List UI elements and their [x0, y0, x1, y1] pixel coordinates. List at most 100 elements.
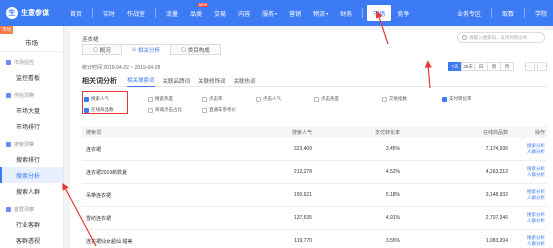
nav-item-9[interactable]: 物流 ▾: [307, 0, 334, 26]
sidebar-group-icon: [6, 60, 11, 65]
crowd-analysis-link[interactable]: 人群分析: [527, 195, 545, 201]
checkbox[interactable]: [84, 96, 89, 102]
sidebar-group-label: 搜索洞察: [14, 142, 35, 148]
nav-divider: [92, 8, 94, 18]
nav-item-10[interactable]: 财务: [334, 0, 358, 26]
metric-checkbox-4[interactable]: 点击热度: [314, 96, 339, 102]
nav-item-12[interactable]: 竞争: [391, 0, 415, 26]
table-row: 连衣裙 323,409 3.45% 7,174,936 搜索分析 人群分析: [82, 138, 547, 161]
nav-item-label: 服务: [262, 11, 275, 18]
sidebar-item[interactable]: 搜索排行: [0, 151, 63, 167]
sidebar-item[interactable]: 行业客群: [0, 216, 63, 232]
nav-item-7[interactable]: 服务 ▾: [256, 0, 283, 26]
nav-item-label: 品类: [190, 11, 203, 18]
sidebar-item[interactable]: 市场排行: [0, 118, 63, 134]
nav-right-item-1[interactable]: 取数: [496, 0, 520, 26]
conversion-cell: 4.91%: [385, 215, 400, 221]
range-button-2[interactable]: 日: [474, 62, 488, 71]
nav-item-2[interactable]: 作战室: [121, 0, 151, 26]
nav-item-0[interactable]: 首页: [64, 0, 88, 26]
metric-label: 在线商品数: [91, 107, 114, 112]
nav-divider: [523, 8, 525, 18]
checkbox[interactable]: [202, 107, 207, 113]
nav-item-6[interactable]: 内容: [232, 0, 256, 26]
nav-right-item-2[interactable]: 学院: [529, 0, 553, 26]
nav-item-label: 交易: [214, 11, 227, 18]
next-page-button[interactable]: ›: [537, 62, 547, 71]
nav-item-4[interactable]: 品类 NEW: [184, 0, 209, 26]
metric-checkbox-1[interactable]: 搜索热度: [148, 96, 173, 102]
metric-checkbox-0[interactable]: 搜索人气: [84, 96, 109, 102]
subtab-1[interactable]: 关联品牌词: [163, 75, 191, 87]
range-button-0[interactable]: 7天: [448, 62, 462, 71]
checkbox[interactable]: [314, 96, 319, 102]
subtab-2[interactable]: 关联修饰词: [198, 75, 226, 87]
brand-logo[interactable]: 生 生意参谋: [0, 7, 64, 19]
popularity-cell: 150,621: [293, 192, 312, 198]
checkbox[interactable]: [382, 96, 387, 102]
crowd-analysis-link[interactable]: 人群分析: [527, 172, 545, 178]
nav-item-label: 营销: [289, 11, 302, 18]
column-header: 支付转化率: [374, 129, 400, 136]
checkbox[interactable]: [256, 96, 261, 102]
crowd-analysis-link[interactable]: 人群分析: [527, 241, 545, 247]
range-button-3[interactable]: 周: [487, 62, 501, 71]
search-icon: [462, 35, 467, 40]
keyword-table: 搜索词 搜索人气 支付转化率 在线商品数 操作 连衣裙 323,409 3.45% 7,174…: [82, 126, 547, 248]
checkbox[interactable]: [202, 96, 207, 102]
nav-right: 业务专区 取数 学院: [451, 0, 553, 26]
sidebar-item[interactable]: 搜索分析: [0, 167, 63, 183]
nav-item-8[interactable]: 营销: [283, 0, 307, 26]
tab-label: 类目构成: [187, 47, 210, 54]
tab-2[interactable]: ▢ 类目构成: [169, 44, 221, 55]
table-row: 连衣裙2019新款夏 212,278 4.52% 4,263,212 搜索分析 人群分析: [82, 161, 547, 184]
column-header: 搜索词: [86, 129, 102, 136]
tab-icon: ▢: [180, 46, 186, 53]
sidebar-item[interactable]: 客群透视: [0, 232, 63, 248]
metric-label: 交易指数: [389, 96, 407, 101]
metric-checkbox-5[interactable]: 交易指数: [382, 96, 407, 102]
metric-checkbox-8[interactable]: 商城点击占比: [148, 107, 182, 113]
sidebar-group-label: 供给洞察: [14, 93, 35, 99]
range-button-4[interactable]: 月: [500, 62, 514, 71]
nav-item-3[interactable]: 流量: [160, 0, 184, 26]
checkbox[interactable]: [442, 96, 447, 102]
tab-1[interactable]: ⊙ 相关分析: [120, 44, 171, 55]
nav-item-1[interactable]: 实时: [97, 0, 121, 26]
analysis-tabs: ▢ 概况 ⊙ 相关分析 ▢ 类目构成: [82, 44, 221, 55]
tab-0[interactable]: ▢ 概况: [82, 44, 122, 55]
sidebar-group-icon: [6, 93, 11, 98]
metric-checkbox-3[interactable]: 点击人气: [256, 96, 281, 102]
prev-page-button[interactable]: ‹: [525, 62, 535, 71]
nav-item-11[interactable]: 市场: [367, 5, 392, 21]
table-row: 吊带连衣裙 150,621 5.18% 3,148,932 搜索分析 人群分析: [82, 184, 547, 207]
metric-checkbox-2[interactable]: 点击率: [202, 96, 223, 102]
items-cell: 3,148,932: [485, 192, 508, 198]
conversion-cell: 3.55%: [385, 238, 400, 244]
sidebar: 市场 市场 市场监控 监控看板 供给洞察 市场大盘 市场排行 搜索洞察 搜索排行 搜索分析 搜索…: [0, 26, 64, 248]
nav-divider: [362, 8, 364, 18]
checkbox[interactable]: [148, 96, 153, 102]
operation-cell: 搜索分析 人群分析: [508, 143, 547, 155]
checkbox[interactable]: [84, 107, 89, 113]
sidebar-item[interactable]: 市场大盘: [0, 102, 63, 118]
operation-cell: 搜索分析 人群分析: [508, 189, 547, 201]
crowd-analysis-link[interactable]: 人群分析: [527, 149, 545, 155]
nav-item-label: 首页: [70, 11, 83, 18]
chevron-down-icon: ▾: [326, 10, 329, 16]
crowd-analysis-link[interactable]: 人群分析: [527, 218, 545, 224]
subtab-3[interactable]: 关联热词: [234, 75, 256, 87]
range-button-1[interactable]: 30天: [461, 62, 475, 71]
metric-checkbox-9[interactable]: 直通车参考价: [202, 107, 236, 113]
metric-checkbox-7[interactable]: 在线商品数: [84, 107, 114, 113]
main-panel: 连衣裙 请输入搜索词，支持对照分析 ▢ 概况 ⊙ 相关分析 ▢ 类目构成 统计时间 201…: [70, 30, 553, 248]
sidebar-item[interactable]: 监控看板: [0, 69, 63, 85]
search-input[interactable]: 请输入搜索词，支持对照分析: [457, 32, 545, 43]
subtab-0[interactable]: 相关搜索词: [127, 75, 155, 87]
metric-checkbox-6[interactable]: 支付转化率: [442, 96, 472, 102]
nav-right-item-0[interactable]: 业务专区: [451, 0, 487, 26]
sidebar-item[interactable]: 搜索人群: [0, 183, 63, 199]
nav-divider: [155, 8, 157, 18]
nav-item-5[interactable]: 交易: [208, 0, 232, 26]
checkbox[interactable]: [148, 107, 153, 113]
